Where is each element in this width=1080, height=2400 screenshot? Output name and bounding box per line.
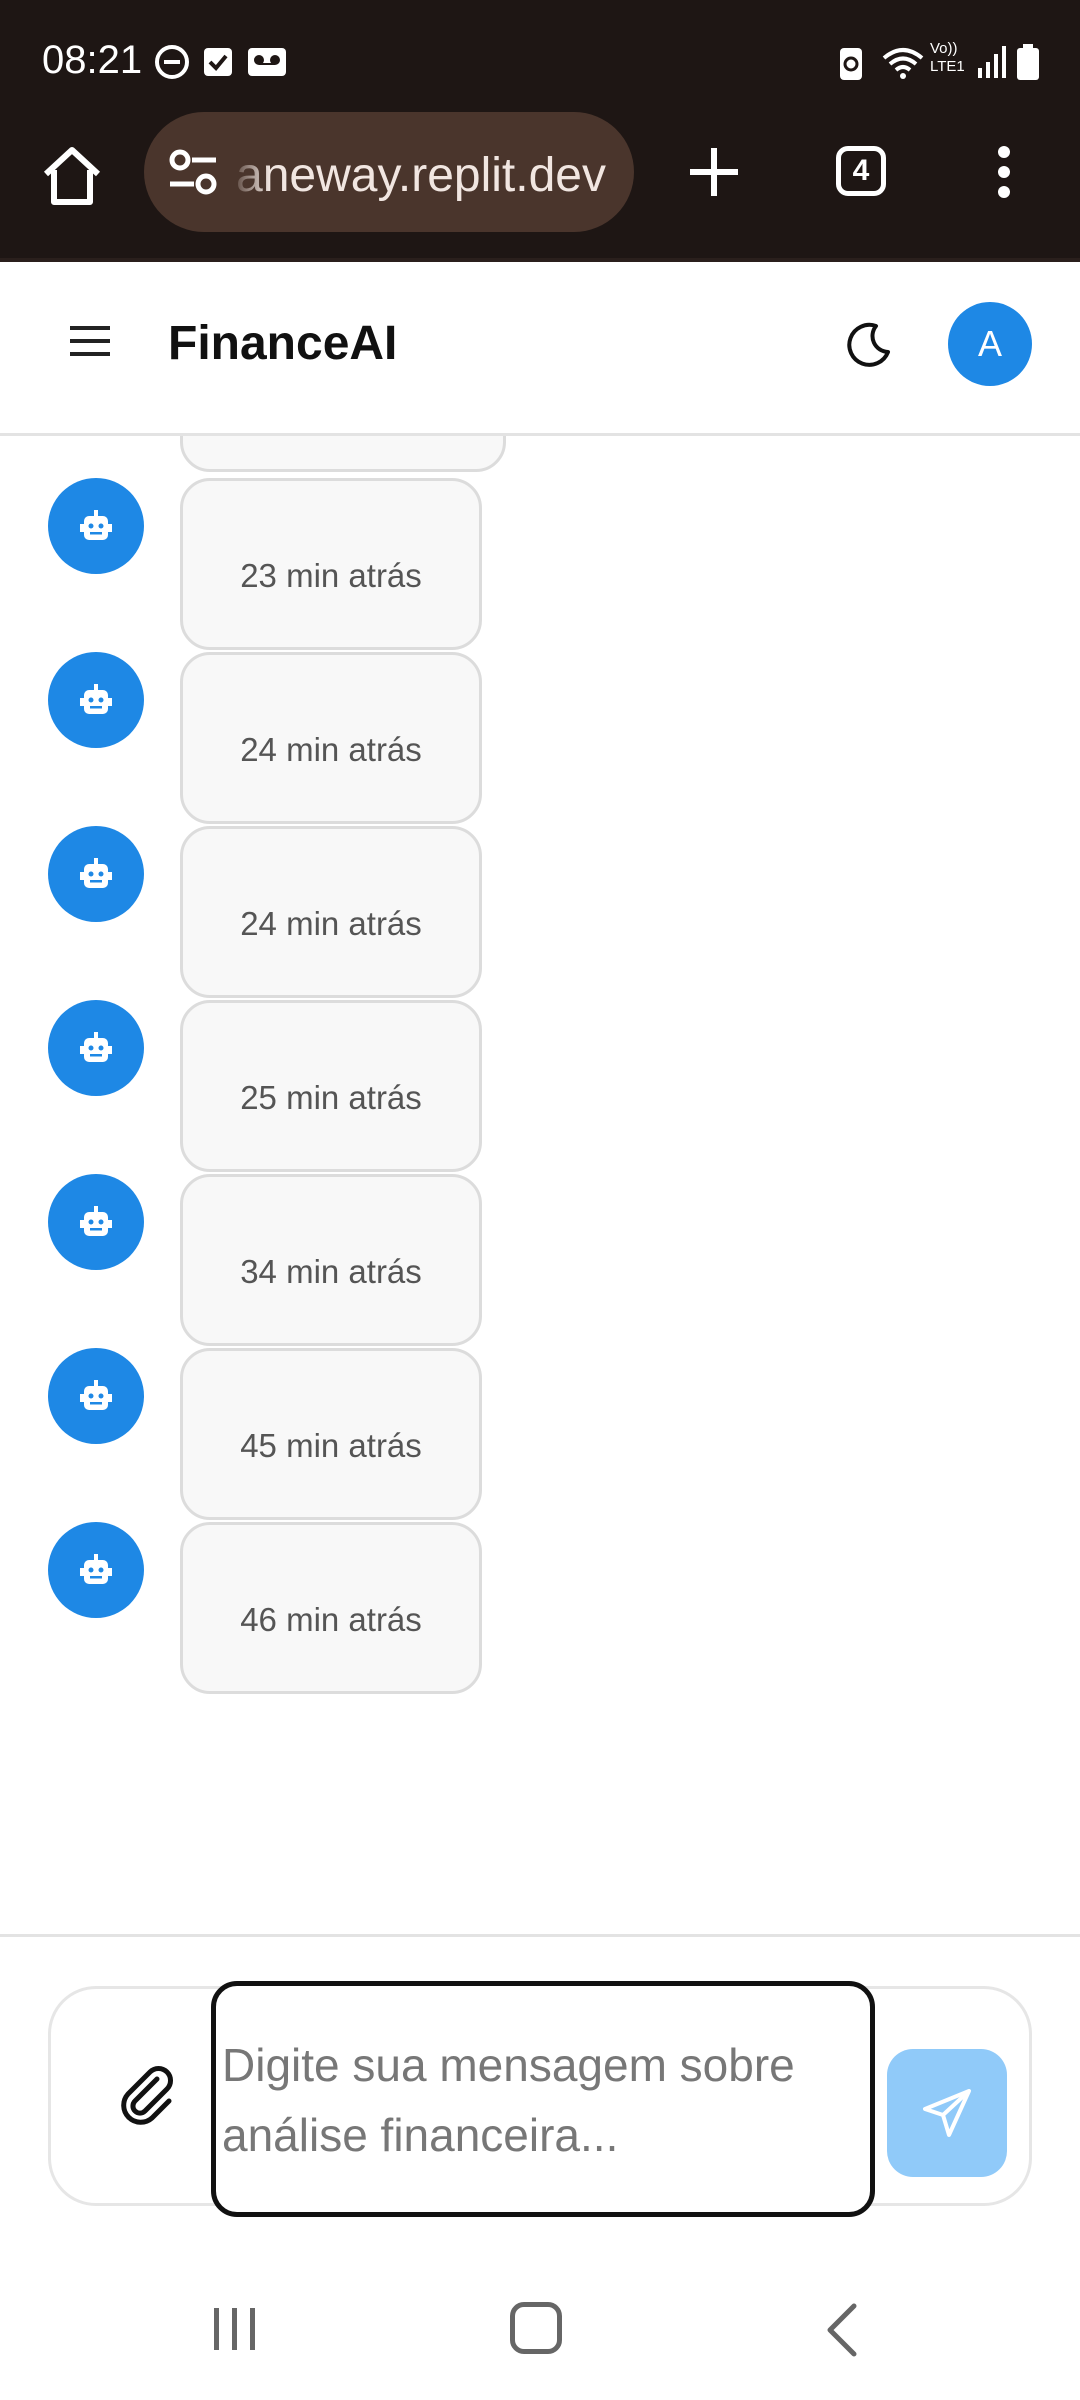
robot-icon bbox=[80, 858, 112, 888]
message-bubble: 46 min atrás bbox=[180, 1522, 482, 1694]
message-bubble: 23 min atrás bbox=[180, 478, 482, 650]
list-item: 24 min atrás bbox=[0, 652, 1080, 826]
bot-avatar bbox=[48, 1348, 144, 1444]
network-label-top: Vo)) bbox=[930, 40, 958, 57]
message-timestamp: 23 min atrás bbox=[240, 557, 422, 594]
battery-icon bbox=[1017, 44, 1039, 80]
message-timestamp: 46 min atrás bbox=[240, 1601, 422, 1638]
do-not-disturb-icon bbox=[155, 45, 189, 79]
message-timestamp: 34 min atrás bbox=[240, 1253, 422, 1290]
robot-icon bbox=[80, 1554, 112, 1584]
composer-divider bbox=[0, 1934, 1080, 1937]
address-bar[interactable]: aneway.replit.dev bbox=[144, 112, 634, 232]
robot-icon bbox=[80, 684, 112, 714]
robot-icon bbox=[80, 510, 112, 540]
back-icon[interactable] bbox=[822, 2300, 862, 2360]
message-bubble: 24 min atrás bbox=[180, 652, 482, 824]
recent-apps-icon[interactable] bbox=[210, 2304, 260, 2354]
message-bubble: 34 min atrás bbox=[180, 1174, 482, 1346]
voicemail-icon bbox=[248, 48, 286, 76]
app-header: FinanceAI A bbox=[0, 262, 1080, 436]
robot-icon bbox=[80, 1380, 112, 1410]
home-nav-icon[interactable] bbox=[510, 2302, 562, 2354]
system-nav-bar bbox=[0, 2260, 1080, 2400]
bot-avatar bbox=[48, 478, 144, 574]
message-composer: Digite sua mensagem sobre análise financ… bbox=[48, 1981, 1032, 2217]
list-item: 23 min atrás bbox=[0, 478, 1080, 652]
menu-icon[interactable] bbox=[70, 324, 110, 358]
message-bubble: 25 min atrás bbox=[180, 1000, 482, 1172]
robot-icon bbox=[80, 1032, 112, 1062]
bot-avatar bbox=[48, 1174, 144, 1270]
message-timestamp: 25 min atrás bbox=[240, 1079, 422, 1116]
send-button[interactable] bbox=[887, 2049, 1007, 2177]
list-item: 46 min atrás bbox=[0, 1522, 1080, 1696]
site-settings-icon[interactable] bbox=[166, 142, 220, 202]
checkbox-icon bbox=[204, 48, 232, 76]
send-icon bbox=[923, 2089, 971, 2137]
home-icon[interactable] bbox=[40, 144, 104, 208]
message-bubble-partial bbox=[180, 436, 506, 472]
status-time: 08:21 bbox=[42, 38, 143, 82]
new-tab-icon[interactable] bbox=[686, 144, 742, 200]
message-input[interactable]: Digite sua mensagem sobre análise financ… bbox=[211, 1981, 875, 2217]
bot-avatar bbox=[48, 826, 144, 922]
list-item: 24 min atrás bbox=[0, 826, 1080, 1000]
network-label-bottom: LTE1 bbox=[930, 58, 965, 75]
more-options-icon[interactable] bbox=[990, 144, 1018, 200]
robot-icon bbox=[80, 1206, 112, 1236]
list-item: 34 min atrás bbox=[0, 1174, 1080, 1348]
message-timestamp: 24 min atrás bbox=[240, 905, 422, 942]
moon-icon[interactable] bbox=[846, 322, 892, 368]
signal-icon bbox=[978, 46, 1006, 78]
list-item: 25 min atrás bbox=[0, 1000, 1080, 1174]
bot-avatar bbox=[48, 1000, 144, 1096]
list-item: 45 min atrás bbox=[0, 1348, 1080, 1522]
message-timestamp: 24 min atrás bbox=[240, 731, 422, 768]
url-fade bbox=[230, 112, 270, 232]
browser-toolbar: aneway.replit.dev 4 bbox=[0, 112, 1080, 258]
bot-avatar bbox=[48, 652, 144, 748]
url-text[interactable]: aneway.replit.dev bbox=[236, 148, 606, 203]
message-bubble: 45 min atrás bbox=[180, 1348, 482, 1520]
message-timestamp: 45 min atrás bbox=[240, 1427, 422, 1464]
avatar[interactable]: A bbox=[948, 302, 1032, 386]
message-bubble: 24 min atrás bbox=[180, 826, 482, 998]
bot-avatar bbox=[48, 1522, 144, 1618]
paperclip-icon[interactable] bbox=[111, 2057, 183, 2129]
wifi-icon bbox=[882, 48, 924, 79]
volte-lte-icon: Vo)) LTE1 bbox=[930, 40, 976, 80]
tab-switcher-button[interactable]: 4 bbox=[836, 146, 886, 196]
status-bar: 08:21 Vo)) LTE1 bbox=[0, 0, 1080, 122]
battery-saver-icon bbox=[840, 48, 862, 80]
app-title: FinanceAI bbox=[168, 317, 398, 370]
chat-message-list[interactable]: 23 min atrás 24 min atrás 24 min atrás 2… bbox=[0, 436, 1080, 1934]
